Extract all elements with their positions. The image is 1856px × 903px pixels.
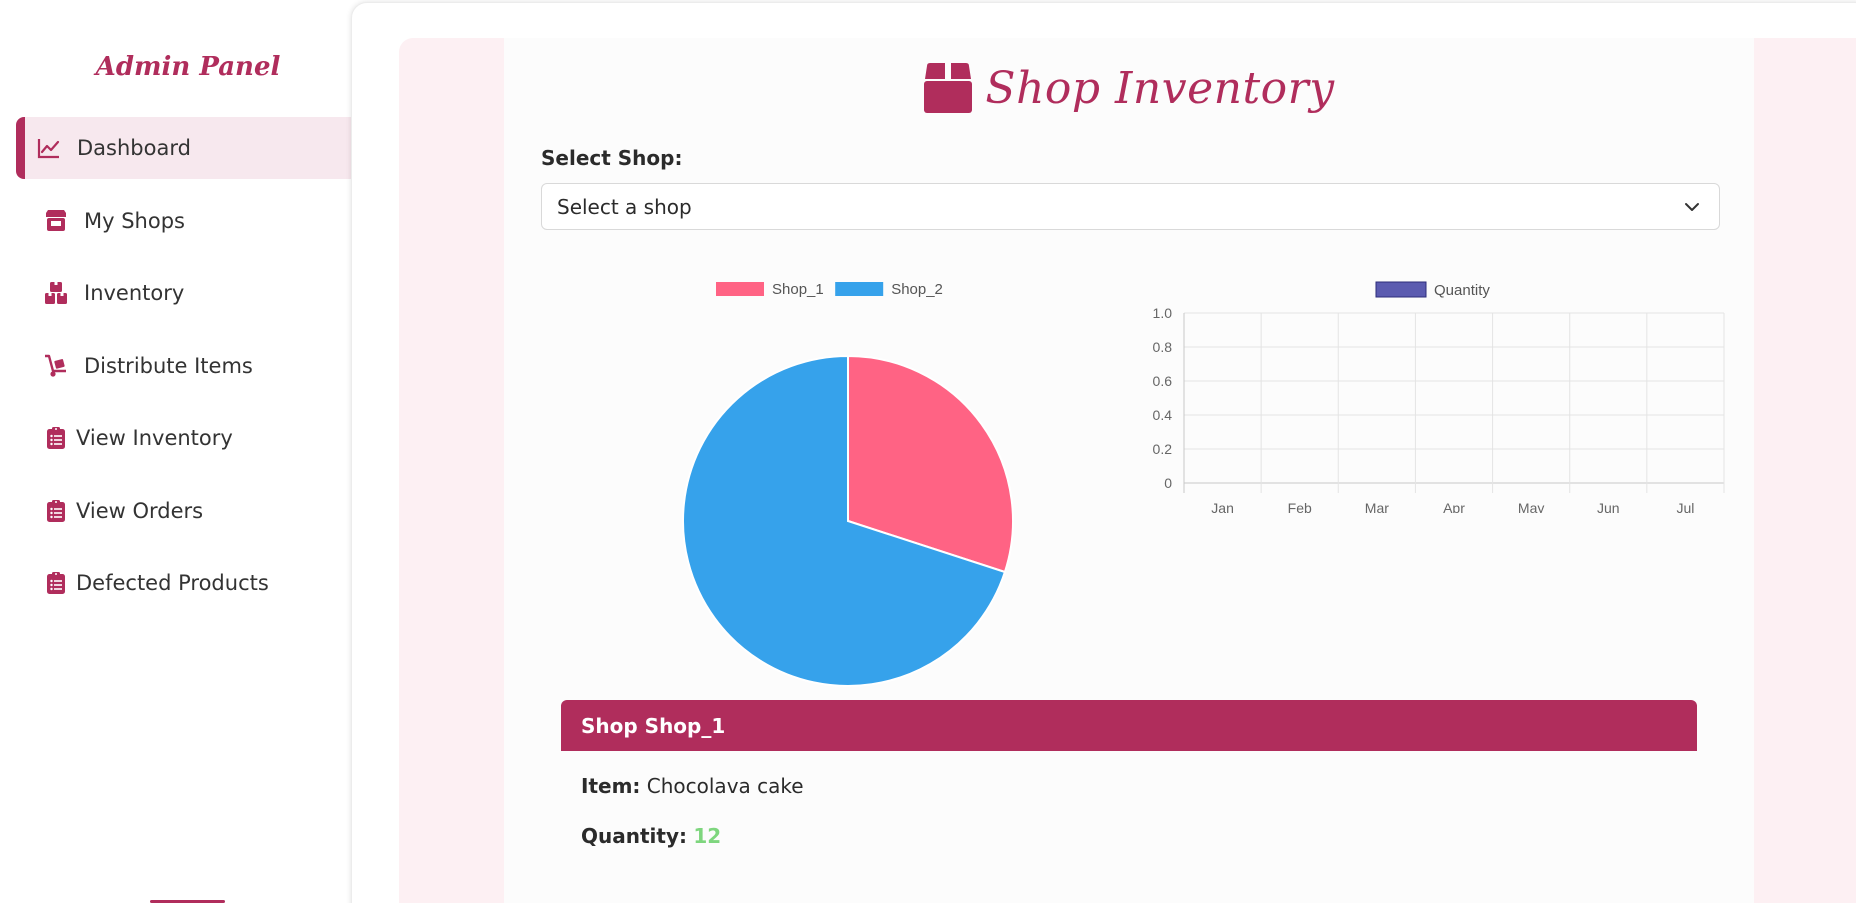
- x-tick-label: Feb: [1288, 500, 1312, 513]
- legend-swatch-shop_1[interactable]: [716, 282, 764, 296]
- select-shop-label: Select Shop:: [541, 146, 683, 170]
- x-tick-label: Apr: [1443, 500, 1465, 513]
- sidebar-item-label: Distribute Items: [84, 354, 253, 378]
- sidebar-item-label: Defected Products: [76, 571, 269, 595]
- x-tick-label: Jan: [1211, 500, 1234, 513]
- legend-swatch-shop_2[interactable]: [835, 282, 884, 296]
- page-title: Shop Inventory: [985, 62, 1335, 114]
- x-tick-label: Jul: [1676, 500, 1694, 513]
- y-tick-label: 0.6: [1153, 373, 1173, 389]
- box-icon: [924, 63, 973, 113]
- legend-label[interactable]: Quantity: [1434, 282, 1490, 299]
- sidebar-item-defected-products[interactable]: Defected Products: [16, 552, 352, 614]
- x-tick-label: Jun: [1597, 500, 1620, 513]
- y-tick-label: 0.8: [1153, 339, 1173, 355]
- sidebar-item-label: Dashboard: [77, 136, 191, 160]
- legend-label[interactable]: Shop_2: [891, 281, 943, 298]
- legend-label[interactable]: Shop_1: [772, 281, 824, 298]
- y-tick-label: 1.0: [1153, 305, 1173, 321]
- sidebar-item-label: Inventory: [84, 281, 185, 305]
- sidebar-item-dashboard[interactable]: Dashboard: [16, 117, 352, 179]
- quantity-label: Quantity:: [581, 824, 687, 848]
- legend-swatch-quantity[interactable]: [1375, 281, 1427, 298]
- shop-item-row: Item: Chocolava cake: [581, 774, 804, 798]
- item-value: Chocolava cake: [646, 774, 804, 798]
- page-title-row: Shop Inventory: [504, 48, 1754, 128]
- boxes-icon: [44, 281, 68, 305]
- y-tick-label: 0: [1164, 475, 1172, 491]
- shop-select-value: Select a shop: [557, 194, 692, 219]
- quantity-value: 12: [693, 824, 722, 848]
- clipboard-list-icon: [44, 571, 68, 595]
- sidebar-item-distribute-items[interactable]: Distribute Items: [16, 335, 352, 397]
- shop-detail-card: Shop Shop_1 Item: Chocolava cake Quantit…: [561, 700, 1697, 903]
- store-icon: [44, 209, 68, 233]
- pie-chart: Shop_1 Shop_2: [682, 281, 1014, 687]
- sidebar-item-label: View Inventory: [76, 426, 233, 450]
- x-tick-label: Mar: [1365, 500, 1389, 513]
- inventory-card: Shop Inventory Select Shop: Select a sho…: [504, 38, 1754, 903]
- y-tick-label: 0.4: [1153, 407, 1173, 423]
- dolly-icon: [44, 354, 68, 378]
- clipboard-list-icon: [44, 499, 68, 523]
- sidebar-item-my-shops[interactable]: My Shops: [16, 190, 352, 252]
- shop-card-header: Shop Shop_1: [561, 700, 1697, 751]
- clipboard-list-icon: [44, 426, 68, 450]
- brand-title: Admin Panel: [95, 52, 281, 82]
- sidebar-item-inventory[interactable]: Inventory: [16, 262, 352, 324]
- sidebar-item-label: My Shops: [84, 209, 185, 233]
- sidebar-item-label: View Orders: [76, 499, 204, 523]
- app-root: Admin Panel Dashboard My Shops Inventory…: [0, 0, 1856, 903]
- shop-quantity-row: Quantity: 12: [581, 824, 721, 848]
- y-tick-label: 0.2: [1153, 441, 1173, 457]
- sidebar-item-view-orders[interactable]: View Orders: [16, 480, 352, 542]
- bar-chart: Quantity 1.0 0.8 0.6 0.4 0.2 0 Jan Feb Mar Apr May J…: [1153, 281, 1725, 513]
- sidebar-item-view-inventory[interactable]: View Inventory: [16, 407, 352, 469]
- item-label: Item:: [581, 774, 641, 798]
- shop-select[interactable]: Select a shop: [541, 183, 1720, 230]
- chevron-down-icon: [1685, 203, 1699, 211]
- sidebar: Admin Panel Dashboard My Shops Inventory…: [0, 0, 352, 903]
- chart-line-icon: [37, 136, 61, 160]
- x-tick-label: May: [1518, 500, 1544, 513]
